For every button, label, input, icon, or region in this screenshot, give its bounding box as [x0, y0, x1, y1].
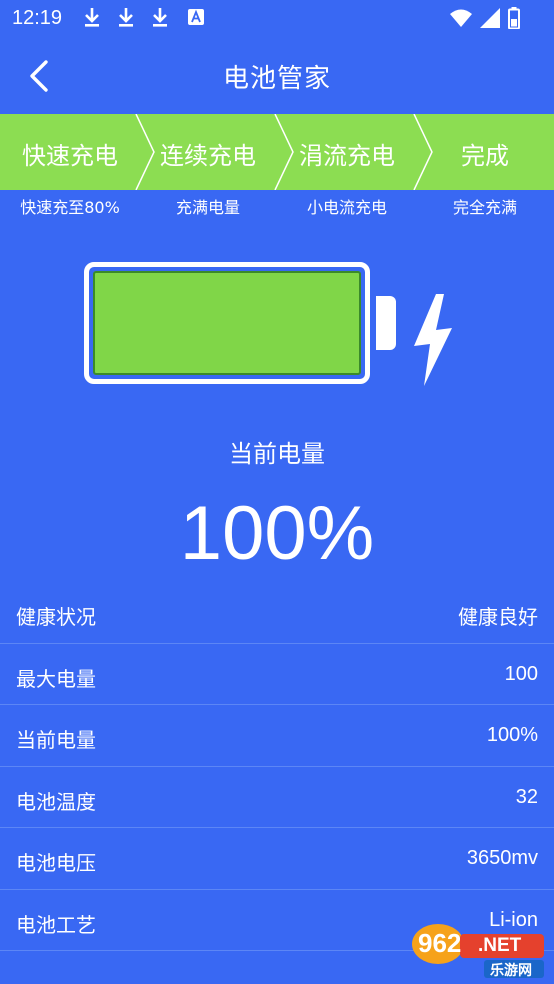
system-status-icons: [450, 7, 520, 29]
info-value: 100: [504, 662, 538, 685]
battery-level-fill: [93, 271, 361, 375]
info-row-health: 健康状况 健康良好: [0, 582, 554, 644]
watermark-brand: 962: [418, 928, 462, 958]
current-charge-value: 100%: [179, 491, 375, 576]
download-icon: [85, 8, 99, 27]
notification-icons: [82, 6, 204, 28]
page-title: 电池管家: [222, 64, 331, 94]
step-desc-continuous: 充满电量: [175, 198, 240, 217]
info-row-current-level: 当前电量 100%: [0, 705, 554, 767]
step-desc-trickle: 小电流充电: [306, 198, 387, 217]
info-key: 当前电量: [16, 728, 96, 752]
info-row-voltage: 电池电压 3650mv: [0, 828, 554, 890]
step-continuous-charge: 连续充电: [160, 142, 256, 170]
info-value: 健康良好: [458, 605, 538, 629]
battery-status-icon: [508, 7, 520, 29]
watermark-suffix: .NET: [478, 935, 522, 956]
info-row-temperature: 电池温度 32: [0, 767, 554, 828]
status-bar: 12:19: [0, 0, 554, 38]
battery-info-list: 健康状况 健康良好 最大电量 100 当前电量 100% 电池温度 32 电池电…: [0, 582, 554, 951]
info-key: 最大电量: [16, 666, 96, 691]
info-value: 32: [515, 785, 538, 808]
step-complete: 完成: [461, 142, 509, 170]
step-desc-complete: 完全充满: [452, 198, 517, 217]
info-key: 电池温度: [16, 789, 96, 814]
download-icon: [119, 8, 133, 27]
text-a-icon: [188, 9, 204, 25]
lightning-bolt-icon: [414, 294, 452, 386]
charging-stepper: 快速充电 连续充电 涓流充电 完成: [0, 114, 554, 190]
info-key: 电池工艺: [16, 912, 96, 937]
info-value: 3650mv: [466, 847, 538, 869]
info-key: 健康状况: [16, 605, 96, 629]
current-charge-label: 当前电量: [229, 440, 325, 468]
step-fast-charge: 快速充电: [22, 142, 118, 170]
info-value: 100%: [486, 724, 538, 746]
battery-body: [84, 262, 370, 384]
app-header: 电池管家: [0, 38, 554, 114]
info-key: 电池电压: [16, 851, 96, 875]
battery-manager-screen: 12:19 电池管家 快速充电 连续充电 涓流充电 完成 快速充至80% 充满电…: [0, 0, 554, 984]
info-row-max-capacity: 最大电量 100: [0, 644, 554, 705]
site-watermark-logo: 962 .NET 乐游网: [410, 920, 548, 980]
step-descriptions: 快速充至80% 充满电量 小电流充电 完全充满: [0, 192, 554, 218]
signal-icon: [480, 8, 500, 28]
wifi-icon: [450, 9, 472, 27]
status-time: 12:19: [12, 7, 63, 29]
watermark-subtitle: 乐游网: [490, 963, 532, 979]
step-desc-fast: 快速充至80%: [20, 198, 120, 217]
battery-cap: [376, 296, 396, 350]
step-trickle-charge: 涓流充电: [299, 142, 395, 170]
download-icon: [153, 8, 167, 27]
